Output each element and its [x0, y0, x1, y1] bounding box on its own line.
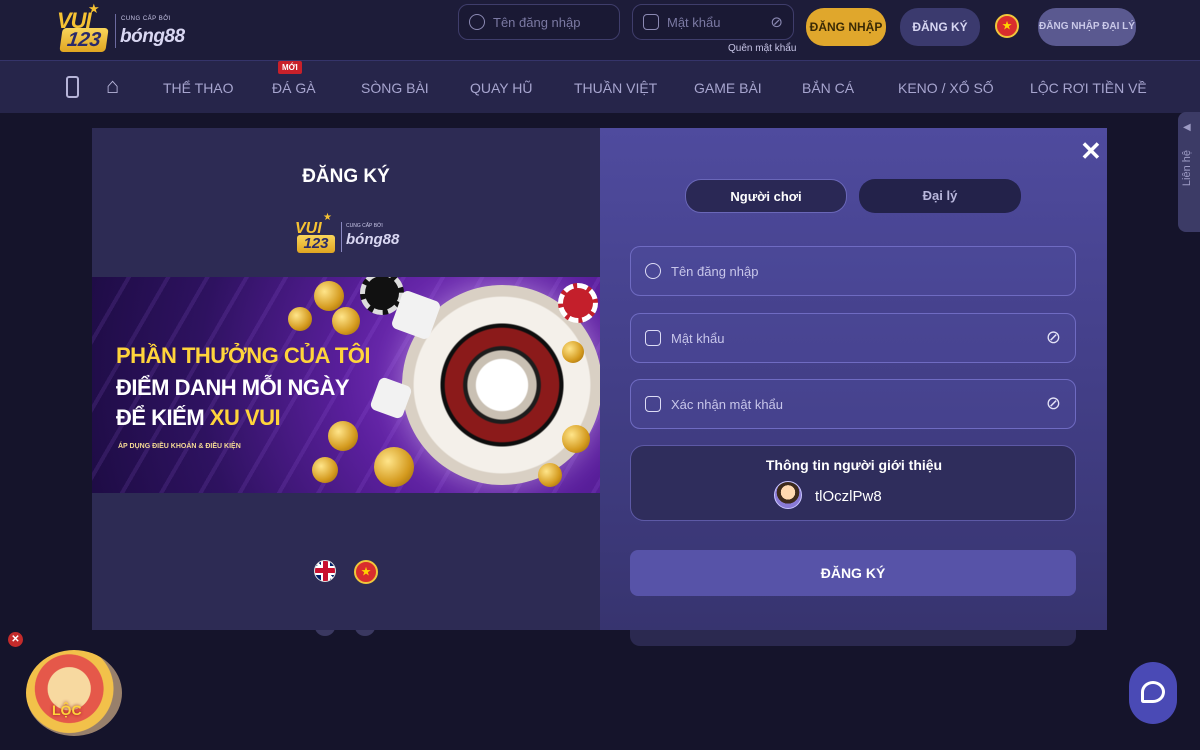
modal-title: ĐĂNG KÝ	[302, 166, 390, 187]
new-badge: MỚI	[278, 61, 302, 74]
tab-agent[interactable]: Đại lý	[859, 179, 1021, 213]
nav-item-casino[interactable]: SÒNG BÀI	[361, 80, 429, 96]
lock-icon	[643, 14, 659, 30]
agent-login-button[interactable]: ĐĂNG NHẬP ĐẠI LÝ	[1038, 8, 1136, 46]
poker-chip-image	[558, 283, 598, 323]
header-password-input[interactable]: Mật khẩu ⊘	[632, 4, 794, 40]
referrer-title: Thông tin người giới thiệu	[765, 457, 943, 473]
mobile-icon[interactable]	[66, 76, 79, 98]
header-username-placeholder: Tên đăng nhập	[493, 15, 581, 30]
modal-logo: ★ VUI 123 CUNG CẤP BỞI bóng88	[295, 212, 400, 258]
tab-player[interactable]: Người chơi	[685, 179, 847, 213]
coin-image	[328, 421, 358, 451]
promo-text: LỘC	[52, 702, 82, 718]
chat-button[interactable]	[1129, 662, 1177, 724]
promo-close-icon[interactable]: ✕	[8, 632, 23, 647]
user-icon	[469, 14, 485, 30]
nav-item-sports[interactable]: THỂ THAO	[163, 80, 234, 96]
nav-item-loc-roi[interactable]: LỘC RƠI TIỀN VỀ	[1030, 80, 1147, 96]
username-field[interactable]: Tên đăng nhập	[630, 246, 1076, 296]
logo-number: 123	[297, 235, 335, 253]
register-button[interactable]: ĐĂNG KÝ	[900, 8, 980, 46]
eye-off-icon[interactable]: ⊘	[1046, 327, 1061, 348]
username-placeholder: Tên đăng nhập	[671, 264, 759, 279]
eye-off-icon[interactable]: ⊘	[1046, 393, 1061, 414]
password-placeholder: Mật khẩu	[671, 331, 725, 346]
contact-label: Liên hệ	[1181, 150, 1193, 187]
header-password-placeholder: Mật khẩu	[667, 15, 721, 30]
site-logo[interactable]: ★ VUI 123 CUNG CẤP BỞI bóng88	[55, 1, 185, 56]
close-icon[interactable]: ✕	[1080, 136, 1102, 167]
logo-sub: CUNG CẤP BỞI	[346, 223, 383, 229]
banner-heading-1: PHẦN THƯỞNG CỦA TÔI	[116, 343, 371, 368]
avatar	[774, 481, 802, 509]
logo-divider	[115, 14, 116, 48]
banner-heading-3-prefix: ĐỂ KIẾM	[116, 405, 210, 430]
coin-image	[538, 463, 562, 487]
logo-number: 123	[59, 28, 109, 52]
login-button[interactable]: ĐĂNG NHẬP	[806, 8, 886, 46]
referrer-info: Thông tin người giới thiệu tlOczlPw8	[630, 445, 1076, 521]
register-modal-left: ĐĂNG KÝ ★ VUI 123 CUNG CẤP BỞI bóng88 PH…	[92, 128, 600, 630]
logo-divider	[341, 222, 342, 252]
header-username-input[interactable]: Tên đăng nhập	[458, 4, 620, 40]
chat-bubble-icon	[1141, 681, 1165, 703]
top-bar: ★ VUI 123 CUNG CẤP BỞI bóng88 Tên đăng n…	[0, 0, 1200, 60]
banner-heading-3: ĐỂ KIẾM XU VUI	[116, 405, 281, 431]
eye-off-icon[interactable]: ⊘	[770, 13, 783, 31]
banner-terms: ÁP DỤNG ĐIỀU KHOẢN & ĐIỀU KIỆN	[118, 443, 241, 450]
nav-item-thuan-viet[interactable]: THUẦN VIỆT	[574, 80, 657, 96]
lock-icon	[645, 396, 661, 412]
promo-banner: PHẦN THƯỞNG CỦA TÔI ĐIỂM DANH MỖI NGÀY Đ…	[92, 277, 600, 493]
nav-item-slots[interactable]: QUAY HŨ	[470, 80, 533, 96]
star-icon: ★	[323, 212, 332, 223]
caret-left-icon: ◀	[1183, 122, 1191, 133]
uk-flag-icon[interactable]	[314, 560, 336, 582]
confirm-password-placeholder: Xác nhận mật khẩu	[671, 397, 784, 412]
logo-sub: CUNG CẤP BỞI	[121, 16, 172, 22]
user-icon	[645, 263, 661, 279]
nav-item-keno-lottery[interactable]: KENO / XỔ SỐ	[898, 80, 994, 96]
coin-image	[374, 447, 414, 487]
coin-image	[288, 307, 312, 331]
forgot-password-link[interactable]: Quên mật khẩu	[728, 43, 796, 54]
coin-image	[332, 307, 360, 335]
main-nav: ⌂ THỂ THAO ĐÁ GÀ MỚI SÒNG BÀI QUAY HŨ TH…	[0, 60, 1200, 113]
logo-brand: bóng88	[346, 231, 400, 248]
nav-item-cockfight[interactable]: ĐÁ GÀ	[272, 80, 316, 96]
contact-side-tab[interactable]: ◀ Liên hệ	[1178, 112, 1200, 232]
coin-image	[314, 281, 344, 311]
banner-heading-2: ĐIỂM DANH MỖI NGÀY	[116, 375, 350, 400]
confirm-password-field[interactable]: Xác nhận mật khẩu ⊘	[630, 379, 1076, 429]
register-submit-button[interactable]: ĐĂNG KÝ	[630, 550, 1076, 596]
coin-image	[562, 425, 590, 453]
nav-item-fishing[interactable]: BẮN CÁ	[802, 80, 854, 96]
coin-image	[312, 457, 338, 483]
home-icon[interactable]: ⌂	[106, 73, 119, 99]
banner-heading-3-highlight: XU VUI	[209, 405, 281, 430]
logo-brand: bóng88	[120, 26, 185, 47]
promo-mascot[interactable]: LỘC	[26, 650, 122, 736]
register-modal-right: ✕ Người chơi Đại lý Tên đăng nhập Mật kh…	[600, 128, 1107, 630]
referrer-code: tlOczlPw8	[815, 488, 882, 505]
lock-icon	[645, 330, 661, 346]
vietnam-flag-icon[interactable]	[354, 560, 378, 584]
password-field[interactable]: Mật khẩu ⊘	[630, 313, 1076, 363]
vietnam-flag-icon[interactable]	[995, 14, 1019, 38]
coin-image	[562, 341, 584, 363]
nav-item-card-games[interactable]: GAME BÀI	[694, 80, 762, 96]
